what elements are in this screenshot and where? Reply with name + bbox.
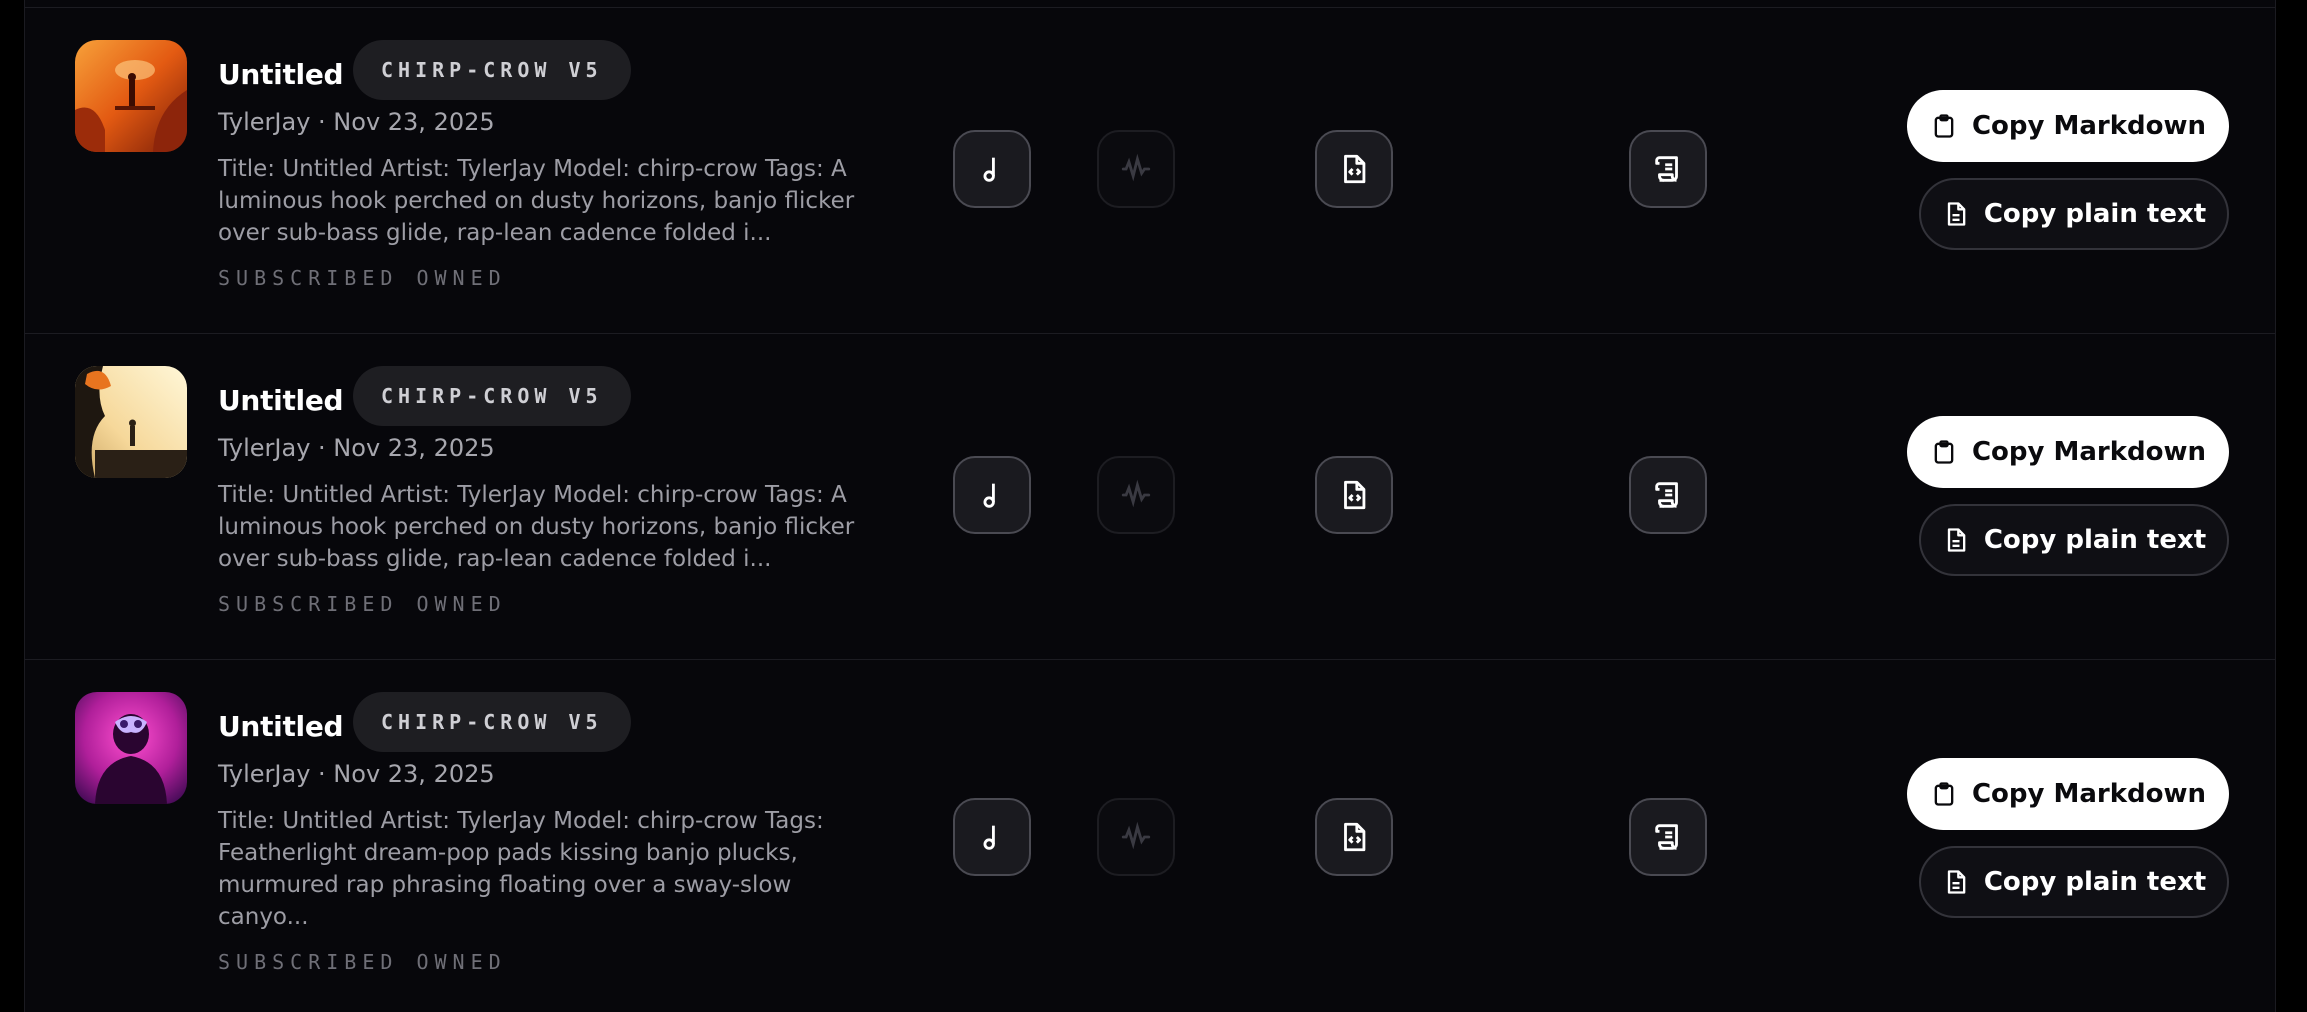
- song-tags: SUBSCRIBED OWNED: [218, 266, 507, 290]
- code-file-icon: [1344, 480, 1366, 510]
- download-audio-button[interactable]: [953, 798, 1031, 876]
- copy-plain-text-button[interactable]: Copy plain text: [1919, 178, 2229, 250]
- waveform-icon: [1121, 153, 1151, 182]
- song-row: Untitled CHIRP-CROW V5 TylerJay · Nov 23…: [25, 660, 2275, 1012]
- song-meta: TylerJay · Nov 23, 2025: [218, 108, 495, 136]
- song-title[interactable]: Untitled: [218, 384, 344, 417]
- clipboard-icon: [1934, 440, 1954, 464]
- music-note-icon: [983, 157, 995, 182]
- download-json-button[interactable]: [1315, 798, 1393, 876]
- model-badge: CHIRP-CROW V5: [353, 366, 631, 426]
- code-file-icon: [1344, 154, 1366, 184]
- document-icon: [1947, 528, 1966, 552]
- song-description: Title: Untitled Artist: TylerJay Model: …: [218, 482, 855, 572]
- model-badge: CHIRP-CROW V5: [353, 40, 631, 100]
- lyrics-button[interactable]: [1629, 798, 1707, 876]
- document-icon: [1947, 870, 1966, 894]
- copy-markdown-button[interactable]: Copy Markdown: [1907, 758, 2229, 830]
- download-json-button[interactable]: [1315, 456, 1393, 534]
- scroll-icon: [1655, 824, 1678, 850]
- cover-art[interactable]: [75, 692, 187, 804]
- cover-art[interactable]: [75, 366, 187, 478]
- waveform-button[interactable]: [1097, 130, 1175, 208]
- lyrics-button[interactable]: [1629, 456, 1707, 534]
- song-tags: SUBSCRIBED OWNED: [218, 592, 507, 616]
- copy-markdown-button[interactable]: Copy Markdown: [1907, 90, 2229, 162]
- music-note-icon: [983, 825, 995, 850]
- waveform-icon: [1121, 479, 1151, 508]
- cover-art[interactable]: [75, 40, 187, 152]
- code-file-icon: [1344, 822, 1366, 852]
- song-list-panel: Untitled CHIRP-CROW V5 TylerJay · Nov 23…: [24, 0, 2276, 1012]
- copy-plain-text-label: Copy plain text: [1983, 199, 2207, 229]
- song-row: Untitled CHIRP-CROW V5 TylerJay · Nov 23…: [25, 8, 2275, 334]
- song-tags: SUBSCRIBED OWNED: [218, 950, 507, 974]
- clipboard-icon: [1934, 114, 1954, 138]
- download-audio-button[interactable]: [953, 130, 1031, 208]
- copy-plain-text-button[interactable]: Copy plain text: [1919, 846, 2229, 918]
- copy-plain-text-button[interactable]: Copy plain text: [1919, 504, 2229, 576]
- clipboard-icon: [1934, 782, 1954, 806]
- model-badge: CHIRP-CROW V5: [353, 692, 631, 752]
- document-icon: [1947, 202, 1966, 226]
- lyrics-button[interactable]: [1629, 130, 1707, 208]
- song-description: Title: Untitled Artist: TylerJay Model: …: [218, 808, 824, 930]
- copy-markdown-label: Copy Markdown: [1971, 437, 2207, 467]
- song-title[interactable]: Untitled: [218, 710, 344, 743]
- copy-markdown-button[interactable]: Copy Markdown: [1907, 416, 2229, 488]
- waveform-icon: [1121, 821, 1151, 850]
- copy-plain-text-label: Copy plain text: [1983, 525, 2207, 555]
- song-row: Untitled CHIRP-CROW V5 TylerJay · Nov 23…: [25, 334, 2275, 660]
- scroll-icon: [1655, 482, 1678, 508]
- music-note-icon: [983, 483, 995, 508]
- download-audio-button[interactable]: [953, 456, 1031, 534]
- scroll-icon: [1655, 156, 1678, 182]
- waveform-button[interactable]: [1097, 798, 1175, 876]
- song-title[interactable]: Untitled: [218, 58, 344, 91]
- copy-markdown-label: Copy Markdown: [1971, 779, 2207, 809]
- download-json-button[interactable]: [1315, 130, 1393, 208]
- song-meta: TylerJay · Nov 23, 2025: [218, 434, 495, 462]
- copy-markdown-label: Copy Markdown: [1971, 111, 2207, 141]
- waveform-button[interactable]: [1097, 456, 1175, 534]
- song-meta: TylerJay · Nov 23, 2025: [218, 760, 495, 788]
- song-description: Title: Untitled Artist: TylerJay Model: …: [218, 156, 855, 246]
- copy-plain-text-label: Copy plain text: [1983, 867, 2207, 897]
